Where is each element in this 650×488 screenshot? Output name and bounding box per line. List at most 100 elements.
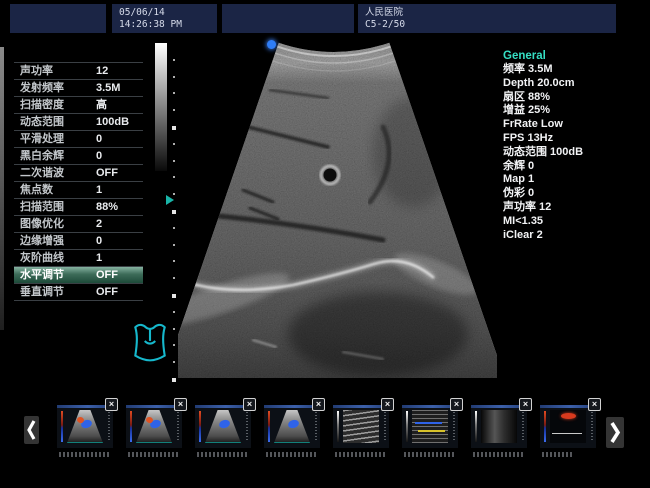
parameter-label: 灰阶曲线 bbox=[20, 250, 64, 266]
thumbnail-close-icon[interactable]: × bbox=[519, 398, 532, 411]
thumbnail-side-text bbox=[246, 412, 248, 440]
depth-tick bbox=[172, 294, 176, 298]
thumbnail-close-icon[interactable]: × bbox=[381, 398, 394, 411]
parameter-row[interactable]: 焦点数 1 bbox=[14, 181, 143, 198]
parameter-label: 声功率 bbox=[20, 63, 53, 79]
image-info-line: Map 1 bbox=[503, 173, 648, 187]
parameter-value: OFF bbox=[96, 284, 118, 300]
thumbnail-caption bbox=[128, 452, 180, 457]
hospital-name: 人民医院 bbox=[358, 4, 616, 19]
thumbnail-close-icon[interactable]: × bbox=[588, 398, 601, 411]
parameter-row[interactable]: 发射频率 3.5M bbox=[14, 79, 143, 96]
thumbnail-close-icon[interactable]: × bbox=[312, 398, 325, 411]
thumbnail[interactable]: × bbox=[195, 405, 251, 448]
thumbnail[interactable]: × bbox=[402, 405, 458, 448]
thumbnail-side-text bbox=[591, 412, 593, 440]
chevron-left-icon bbox=[24, 416, 39, 444]
grayscale-bar bbox=[155, 43, 167, 171]
image-info-line: 声功率 12 bbox=[503, 201, 648, 215]
tgc-edge-strip bbox=[0, 47, 4, 330]
depth-tick bbox=[172, 210, 176, 214]
ultrasound-fan bbox=[178, 42, 497, 378]
parameter-value: 0 bbox=[96, 148, 102, 164]
thumbnail-colorbar bbox=[406, 411, 408, 442]
topbar-datetime-cell: 05/06/14 14:26:38 PM bbox=[112, 4, 217, 33]
parameter-row[interactable]: 二次谐波 OFF bbox=[14, 164, 143, 181]
parameter-row[interactable]: 图像优化 2 bbox=[14, 215, 143, 232]
parameter-label: 二次谐波 bbox=[20, 165, 64, 181]
thumbnail-image bbox=[67, 410, 103, 443]
parameter-row[interactable]: 边缘增强 0 bbox=[14, 232, 143, 249]
image-info-line: 扇区 88% bbox=[503, 91, 648, 105]
parameter-row[interactable]: 动态范围 100dB bbox=[14, 113, 143, 130]
parameter-row[interactable]: 扫描范围 88% bbox=[14, 198, 143, 215]
image-info-line: 频率 3.5M bbox=[503, 63, 648, 77]
thumbnail-close-icon[interactable]: × bbox=[450, 398, 463, 411]
thumbnail[interactable]: × bbox=[333, 405, 389, 448]
thumbnail-colorbar bbox=[61, 411, 63, 442]
thumbnail-close-icon[interactable]: × bbox=[105, 398, 118, 411]
thumbnail-close-icon[interactable]: × bbox=[174, 398, 187, 411]
depth-tick bbox=[173, 143, 175, 145]
thumbnail-prev-button[interactable] bbox=[24, 416, 39, 444]
parameter-row[interactable]: 扫描密度 高 bbox=[14, 96, 143, 113]
ultrasound-image[interactable] bbox=[178, 42, 497, 378]
image-info-line: 增益 25% bbox=[503, 104, 648, 118]
depth-tick bbox=[173, 92, 175, 94]
parameter-label: 黑白余辉 bbox=[20, 148, 64, 164]
parameter-row[interactable]: 平滑处理 0 bbox=[14, 130, 143, 147]
thumbnail[interactable]: × bbox=[57, 405, 113, 448]
thumbnail[interactable]: × bbox=[471, 405, 527, 448]
parameter-row[interactable]: 声功率 12 bbox=[14, 62, 143, 79]
thumbnail-close-icon[interactable]: × bbox=[243, 398, 256, 411]
image-info-line: Depth 20.0cm bbox=[503, 77, 648, 91]
image-info-line: 余辉 0 bbox=[503, 160, 648, 174]
depth-tick bbox=[173, 244, 175, 246]
image-info-line: iClear 2 bbox=[503, 229, 648, 243]
thumbnail-side-text bbox=[177, 412, 179, 440]
parameter-label: 平滑处理 bbox=[20, 131, 64, 147]
chevron-right-icon bbox=[606, 417, 624, 448]
parameter-label: 扫描密度 bbox=[20, 97, 64, 113]
image-info-panel: General 频率 3.5MDepth 20.0cm扇区 88%增益 25%F… bbox=[503, 49, 648, 242]
thumbnail-side-text bbox=[384, 412, 386, 440]
parameter-value: 88% bbox=[96, 199, 118, 215]
parameter-value: 高 bbox=[96, 97, 107, 113]
parameter-label: 图像优化 bbox=[20, 216, 64, 232]
thumbnail-image bbox=[136, 410, 172, 443]
thumbnail-caption bbox=[542, 452, 574, 457]
thumbnail[interactable]: × bbox=[540, 405, 596, 448]
thumbnail-next-button[interactable] bbox=[606, 417, 624, 448]
depth-tick bbox=[173, 260, 175, 262]
parameter-value: 0 bbox=[96, 131, 102, 147]
parameter-value: 2 bbox=[96, 216, 102, 232]
depth-tick bbox=[173, 361, 175, 363]
image-info-line: 伪彩 0 bbox=[503, 187, 648, 201]
depth-tick bbox=[173, 277, 175, 279]
image-info-line: MI<1.35 bbox=[503, 215, 648, 229]
parameter-row[interactable]: 黑白余辉 0 bbox=[14, 147, 143, 164]
abdomen-outline-icon bbox=[131, 321, 169, 363]
preset-title: General bbox=[503, 49, 648, 63]
image-info-line: FrRate Low bbox=[503, 118, 648, 132]
thumbnail-colorbar bbox=[544, 411, 546, 442]
depth-tick bbox=[173, 160, 175, 162]
depth-tick bbox=[173, 227, 175, 229]
parameter-label: 边缘增强 bbox=[20, 233, 64, 249]
parameter-row[interactable]: 水平调节 OFF bbox=[14, 266, 143, 283]
parameter-value: 12 bbox=[96, 63, 108, 79]
thumbnail[interactable]: × bbox=[264, 405, 320, 448]
thumbnail-colorbar bbox=[130, 411, 132, 442]
parameter-row[interactable]: 灰阶曲线 1 bbox=[14, 249, 143, 266]
probe-model: C5-2/50 bbox=[358, 19, 616, 31]
topbar-hospital-cell: 人民医院 C5-2/50 bbox=[358, 4, 616, 33]
depth-tick bbox=[173, 311, 175, 313]
parameter-value: 1 bbox=[96, 250, 102, 266]
thumbnail-image bbox=[274, 410, 310, 443]
parameter-row[interactable]: 垂直调节 OFF bbox=[14, 283, 143, 300]
topbar-patient-cell bbox=[222, 4, 354, 33]
parameter-label: 扫描范围 bbox=[20, 199, 64, 215]
thumbnail-side-text bbox=[453, 412, 455, 440]
topbar-logo-cell bbox=[10, 4, 106, 33]
thumbnail[interactable]: × bbox=[126, 405, 182, 448]
